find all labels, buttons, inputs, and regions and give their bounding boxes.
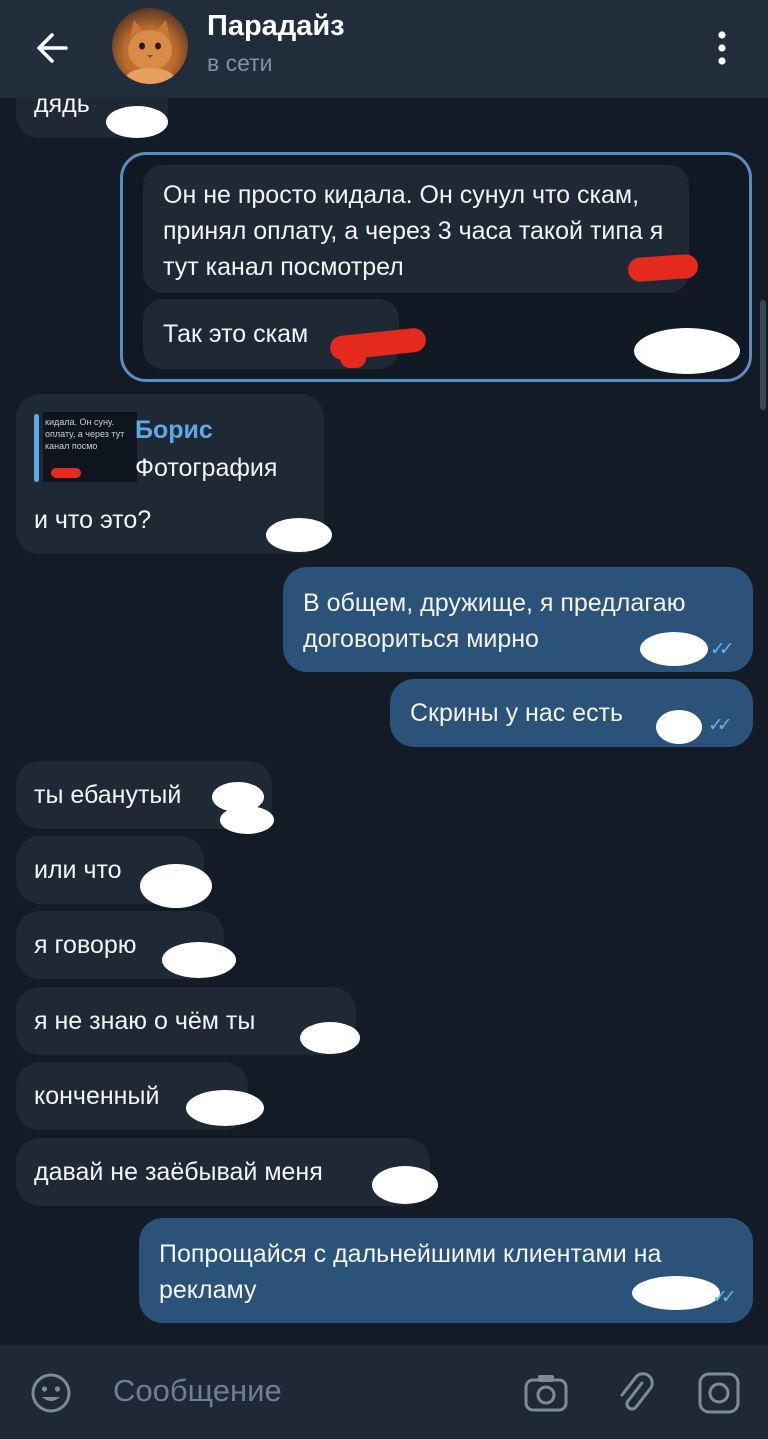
message-text: я говорю — [34, 931, 137, 959]
reply-quote-bar — [34, 414, 39, 482]
chat-title[interactable]: Парадайз — [207, 10, 345, 43]
message-bubble-outgoing[interactable]: Скрины у нас есть — [390, 679, 753, 747]
reply-thumbnail[interactable]: кидала. Он суну. оплату, а через тут кан… — [43, 412, 137, 482]
message-text: я не знаю о чём ты — [34, 1007, 256, 1035]
redaction-blob — [186, 1090, 264, 1126]
read-check-icon: ✓✓ — [708, 715, 733, 736]
redaction-blob — [106, 106, 168, 138]
message-text: давай не заёбывай меня — [34, 1158, 323, 1186]
redaction-mark — [340, 348, 366, 368]
redaction-blob — [162, 942, 236, 978]
chat-status: в сети — [207, 50, 273, 76]
message-text: Попрощайся с дальнейшими клиентами на ре… — [159, 1240, 662, 1304]
forwarded-text: Он не просто кидала. Он сунул что скам, … — [163, 181, 664, 281]
emoji-icon[interactable] — [29, 1371, 73, 1415]
message-input[interactable]: Сообщение — [113, 1373, 282, 1409]
redaction-mark — [51, 468, 81, 478]
message-text: или что — [34, 856, 122, 884]
message-text: В общем, дружище, я предлагаю договорить… — [303, 589, 686, 653]
redaction-blob — [140, 864, 212, 908]
more-vertical-icon[interactable] — [708, 26, 736, 70]
message-text: Скрины у нас есть — [410, 699, 624, 727]
paperclip-icon[interactable] — [612, 1371, 656, 1415]
back-arrow-icon[interactable] — [26, 22, 78, 74]
message-input-bar: Сообщение — [0, 1345, 768, 1439]
reply-thumbnail-text: кидала. Он суну. оплату, а через тут кан… — [45, 417, 125, 451]
forwarded-text: Так это скам — [163, 320, 309, 348]
redaction-blob — [640, 632, 708, 666]
message-bubble[interactable]: давай не заёбывай меня — [16, 1138, 430, 1206]
redaction-blob — [634, 328, 740, 374]
reply-author: Борис — [135, 416, 213, 444]
message-text: и что это? — [34, 506, 152, 534]
chat-header: Парадайз в сети — [0, 0, 768, 98]
message-text: конченный — [34, 1082, 160, 1110]
read-check-icon: ✓✓ — [710, 639, 735, 660]
redaction-blob — [632, 1276, 720, 1310]
message-text: ты ебанутый — [34, 781, 182, 809]
reply-type: Фотография — [135, 454, 278, 482]
redaction-blob — [372, 1166, 438, 1204]
camera-icon[interactable] — [522, 1371, 570, 1415]
scrollbar[interactable] — [760, 300, 766, 410]
redaction-blob — [220, 806, 274, 834]
redaction-mark — [627, 253, 699, 283]
redaction-blob — [656, 710, 702, 744]
read-check-icon: ✓✓ — [712, 1287, 737, 1308]
redaction-blob — [266, 518, 332, 552]
redaction-blob — [300, 1022, 360, 1054]
forwarded-message: Он не просто кидала. Он сунул что скам, … — [143, 165, 689, 293]
video-message-icon[interactable] — [697, 1371, 741, 1415]
avatar[interactable] — [112, 8, 188, 84]
